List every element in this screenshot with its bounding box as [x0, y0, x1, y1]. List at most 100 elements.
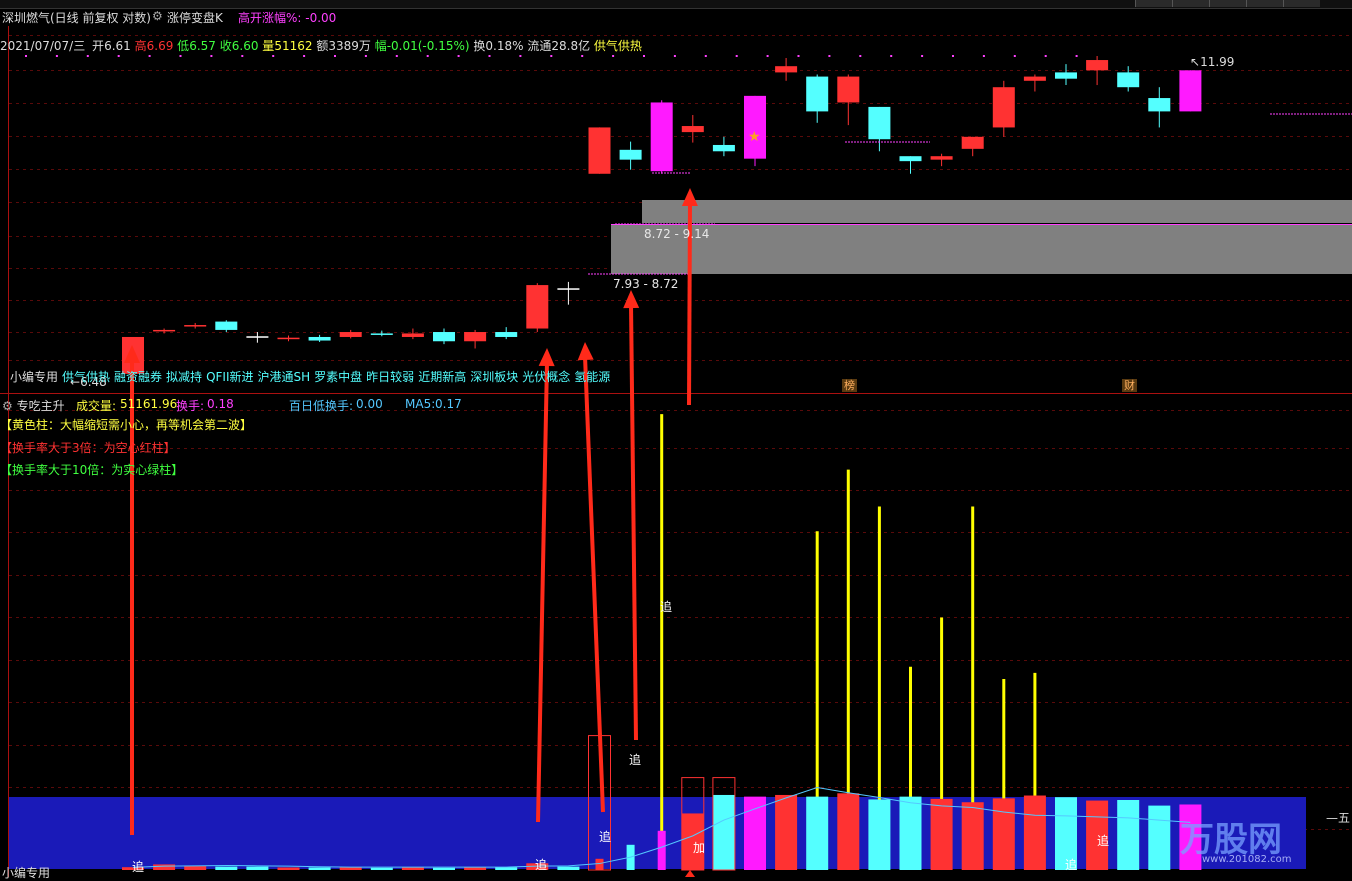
sub-vol-label: 成交量: — [76, 399, 117, 413]
sub-panel-header: ⚙ 专吃主升 — [2, 397, 65, 414]
candle-body — [1086, 60, 1109, 71]
top-marker-dot — [303, 55, 306, 57]
concept-tag[interactable]: 近期新高 — [418, 370, 466, 384]
sub-panel-name[interactable]: 专吃主升 — [17, 399, 65, 413]
candle-body — [1023, 76, 1046, 81]
candle-body — [619, 149, 642, 160]
top-marker-dot — [426, 55, 429, 57]
turnover-bar — [992, 798, 1015, 870]
top-marker-dot — [581, 55, 584, 57]
candle-body — [1148, 98, 1171, 112]
close-value: 6.60 — [231, 39, 259, 53]
quote-row: 2021/07/07/三 开6.61 高6.69 低6.57 收6.60 量51… — [0, 37, 642, 54]
turnover-bar — [899, 796, 922, 870]
concept-tag[interactable]: 小编专用 — [10, 370, 58, 384]
top-marker-dot — [395, 55, 398, 57]
turnover-bar — [308, 867, 331, 870]
float-cap: 流通28.8亿 — [527, 39, 591, 53]
cai-badge[interactable]: 财 — [1122, 379, 1137, 392]
concept-tag[interactable]: 拟减持 — [166, 370, 202, 384]
turnover-bar — [595, 858, 604, 870]
concept-tag[interactable]: 罗素中盘 — [314, 370, 362, 384]
vol-label: 量 — [262, 39, 275, 53]
top-marker-dot — [673, 55, 676, 57]
change: 幅-0.01(-0.15%) — [374, 39, 470, 53]
concept-tag[interactable]: 融资融券 — [114, 370, 162, 384]
chart-canvas[interactable]: ★追 追追追追追追加 — [0, 0, 1352, 877]
concept-tag[interactable]: 深圳板块 — [470, 370, 518, 384]
top-marker-dot — [643, 55, 645, 57]
candle-body — [744, 95, 766, 159]
turnover: 换0.18% — [473, 39, 524, 53]
zhui-marker: 追 — [132, 859, 144, 874]
top-marker-dot — [334, 55, 336, 57]
turnover-bar — [495, 867, 518, 870]
candle-body — [868, 106, 891, 140]
candle-body — [370, 333, 393, 335]
high-value: 6.69 — [146, 39, 174, 53]
turnover-bar — [401, 867, 424, 870]
annotation-arrow-head — [577, 342, 594, 361]
concept-tags-row: 小编专用 供气供热 融资融券 拟减持 QFII新进 沪港通SH 罗素中盘 昨日较弱 近期新高 深圳… — [10, 368, 614, 385]
top-marker-dot — [364, 55, 367, 57]
bang-badge[interactable]: 榜 — [842, 379, 857, 392]
turnover-bar — [868, 799, 891, 870]
concept-tag[interactable]: 昨日较弱 — [366, 370, 414, 384]
high-label: 高 — [134, 39, 147, 53]
turnover-bar — [744, 796, 766, 870]
candle-body — [992, 87, 1015, 128]
concept-tag[interactable]: 供气供热 — [62, 370, 110, 384]
ma5-label: MA5: — [405, 397, 436, 411]
zone-upper-label: 8.72 - 9.14 — [644, 227, 710, 241]
top-marker-dot — [1013, 55, 1016, 57]
top-marker-dot — [766, 55, 769, 57]
annotation-arrow-head — [623, 290, 640, 309]
high-mark-value: 11.99 — [1200, 55, 1235, 69]
concept-tag[interactable]: 氢能源 — [574, 370, 610, 384]
note-green: 【换手率大于10倍：为实心绿柱】 — [0, 463, 184, 477]
concept-tag[interactable]: 光伏概念 — [522, 370, 570, 384]
concept-tag[interactable]: QFII新进 — [206, 370, 253, 384]
sub-turn-label: 换手: — [176, 399, 205, 413]
concept: 供气供热 — [593, 39, 642, 53]
concept-tag[interactable]: 沪港通SH — [258, 370, 311, 384]
top-marker-dot — [859, 55, 862, 57]
annotation-arrow-head — [681, 188, 698, 207]
top-marker-dot — [117, 55, 120, 57]
top-marker-dot — [982, 55, 985, 57]
top-marker-dot — [1075, 55, 1078, 57]
turnover-bar — [464, 867, 487, 870]
annotation-arrow-shaft — [583, 355, 605, 813]
candle-body — [1055, 72, 1077, 79]
top-marker-dot — [1044, 55, 1047, 57]
amount: 额3389万 — [316, 39, 371, 53]
top-marker-dot — [797, 55, 800, 57]
top-marker-dot — [921, 55, 924, 57]
turnover-bar — [961, 802, 984, 870]
note-red: 【换手率大于3倍：为空心红柱】 — [0, 441, 176, 455]
top-marker-dot — [148, 55, 151, 57]
vol-value: 51162 — [274, 39, 313, 53]
candle-body — [308, 336, 331, 341]
top-marker-dot — [519, 55, 522, 57]
turnover-bar — [712, 794, 735, 870]
note-yellow: 【黄色柱：大幅缩短需小心，再等机会第二波】 — [0, 418, 253, 432]
candle-body — [526, 285, 549, 329]
candle-body — [650, 102, 673, 172]
close-label: 收 — [219, 39, 232, 53]
turnover-bar — [184, 866, 207, 870]
quote-date: 2021/07/07/三 — [0, 39, 86, 53]
zhui-marker: 追 — [1097, 833, 1109, 848]
candle-body — [961, 136, 984, 149]
top-marker-dot — [735, 55, 738, 57]
turnover-bar — [837, 793, 860, 870]
candle-body — [215, 321, 238, 330]
candle-body — [339, 332, 362, 337]
candle-body — [712, 144, 735, 152]
resistance-zone-lower — [611, 224, 1352, 274]
candle-body — [1117, 72, 1140, 88]
bottom-tag: 小编专用 — [2, 866, 51, 880]
candle-body — [433, 332, 455, 342]
sub-settings-icon[interactable]: ⚙ — [2, 399, 13, 413]
star-marker-icon: ★ — [748, 129, 761, 145]
